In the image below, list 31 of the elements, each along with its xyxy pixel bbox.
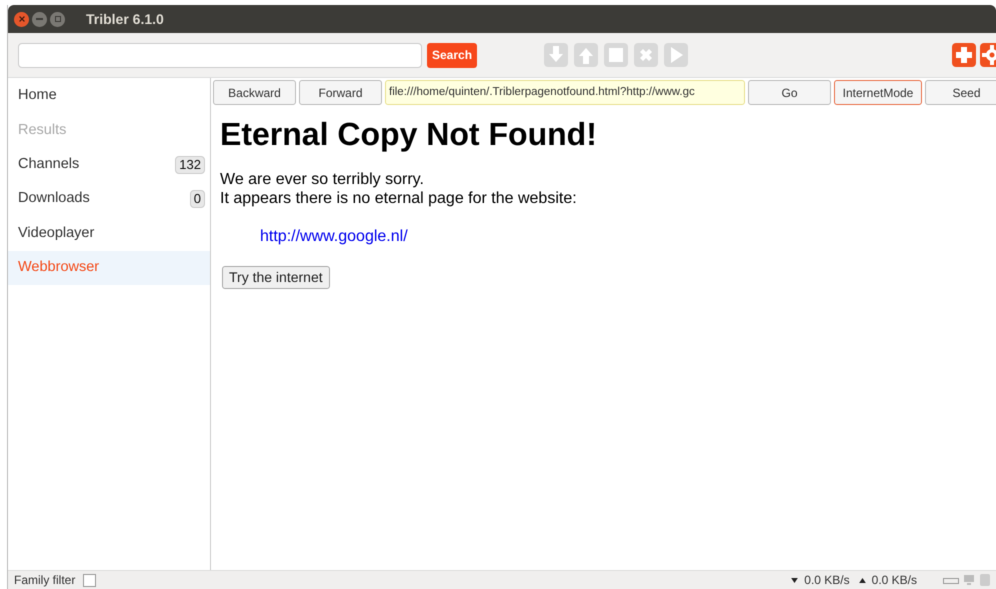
upload-speed: 0.0 KB/s	[872, 572, 917, 589]
count-badge: 0	[190, 190, 205, 208]
minimize-icon[interactable]	[32, 12, 47, 26]
seed-button[interactable]: Seed	[925, 80, 996, 105]
forward-button[interactable]: Forward	[299, 80, 382, 105]
url-field[interactable]: file:///home/quinten/.Triblerpagenotfound.html?http://www.gc	[385, 80, 745, 105]
sidebar-item[interactable]: Videoplayer	[8, 216, 210, 251]
page-heading: Eternal Copy Not Found!	[220, 115, 598, 154]
website-link[interactable]: http://www.google.nl/	[260, 228, 408, 245]
count-badge: 132	[175, 156, 205, 174]
sidebar-item[interactable]: Downloads 0	[8, 182, 210, 217]
plus-icon[interactable]	[952, 43, 976, 67]
up-triangle-icon	[858, 578, 866, 582]
family-filter-label: Family filter	[14, 572, 76, 589]
down-triangle-icon	[791, 578, 798, 582]
message-text: It appears there is no eternal page for the website:	[220, 189, 578, 208]
monitor-icon	[963, 574, 975, 586]
go-button[interactable]: Go	[748, 80, 831, 105]
search-button[interactable]: Search	[427, 42, 478, 68]
sidebar-item[interactable]: Channels 132	[8, 148, 210, 182]
close-icon[interactable]	[14, 12, 29, 26]
sidebar-item[interactable]: Home	[8, 79, 210, 114]
family-filter-checkbox[interactable]	[83, 574, 96, 586]
search-field[interactable]	[18, 42, 422, 68]
download-speed: 0.0 KB/s	[804, 572, 850, 589]
message-text: We are ever so terribly sorry.	[220, 170, 425, 189]
window-title: Tribler 6.1.0	[86, 10, 164, 28]
backward-button[interactable]: Backward	[213, 80, 296, 105]
maximize-icon[interactable]	[50, 12, 65, 26]
internet-mode-button[interactable]: InternetMode	[834, 80, 922, 105]
try-internet-button[interactable]: Try the internet	[222, 266, 330, 289]
